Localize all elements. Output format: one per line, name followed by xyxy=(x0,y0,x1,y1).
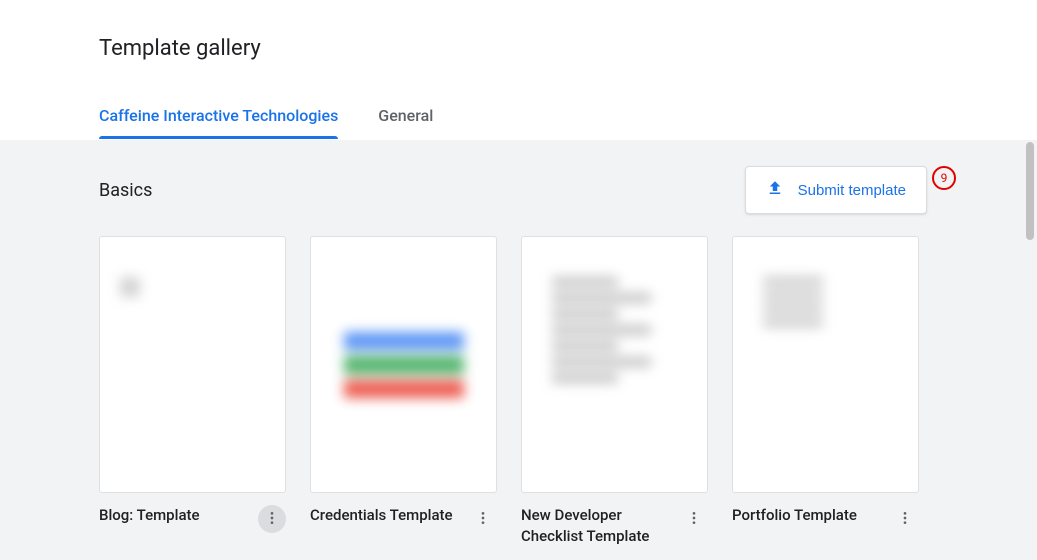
template-more-button[interactable] xyxy=(891,505,919,533)
section-header: Basics Submit template xyxy=(0,140,1037,214)
more-vertical-icon xyxy=(897,510,913,529)
more-vertical-icon xyxy=(475,510,491,529)
submit-template-button[interactable]: Submit template xyxy=(745,166,927,214)
template-more-button[interactable] xyxy=(680,505,708,533)
template-more-button[interactable] xyxy=(258,505,286,533)
templates-grid: Blog: Template Credentials Template xyxy=(0,214,1037,547)
template-title: Blog: Template xyxy=(99,505,252,526)
template-thumbnail[interactable] xyxy=(310,236,497,493)
template-more-button[interactable] xyxy=(469,505,497,533)
template-thumbnail[interactable] xyxy=(99,236,286,493)
section-title: Basics xyxy=(99,180,152,201)
template-title: Credentials Template xyxy=(310,505,463,526)
template-thumbnail[interactable] xyxy=(521,236,708,493)
template-card-blog: Blog: Template xyxy=(99,236,286,547)
template-title: Portfolio Template xyxy=(732,505,885,526)
submit-template-label: Submit template xyxy=(798,182,906,199)
more-vertical-icon xyxy=(264,510,280,529)
template-title: New Developer Checklist Template xyxy=(521,505,674,547)
template-card-credentials: Credentials Template xyxy=(310,236,497,547)
scrollbar-thumb[interactable] xyxy=(1026,142,1034,240)
more-vertical-icon xyxy=(686,510,702,529)
template-card-portfolio: Portfolio Template xyxy=(732,236,919,547)
template-caption-row: Portfolio Template xyxy=(732,493,919,533)
tabs-bar: Caffeine Interactive Technologies Genera… xyxy=(99,106,433,139)
template-caption-row: Credentials Template xyxy=(310,493,497,533)
template-caption-row: New Developer Checklist Template xyxy=(521,493,708,547)
page-title: Template gallery xyxy=(99,36,261,61)
annotation-badge: 9 xyxy=(932,166,956,190)
template-caption-row: Blog: Template xyxy=(99,493,286,533)
tab-caffeine-interactive-technologies[interactable]: Caffeine Interactive Technologies xyxy=(99,106,338,139)
tab-general[interactable]: General xyxy=(378,106,433,139)
upload-icon xyxy=(766,179,784,201)
template-thumbnail[interactable] xyxy=(732,236,919,493)
content-area: Basics Submit template Blog: Template xyxy=(0,140,1037,560)
template-card-new-developer-checklist: New Developer Checklist Template xyxy=(521,236,708,547)
